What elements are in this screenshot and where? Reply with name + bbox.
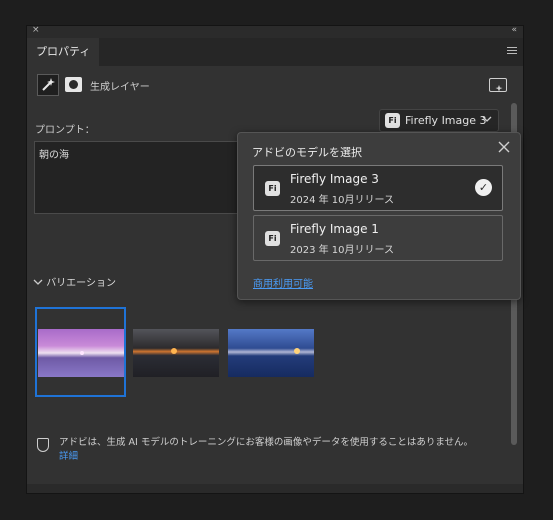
model-option-date: 2024 年 10月リリース [290,195,395,206]
hamburger-icon[interactable] [507,47,517,56]
model-option-firefly-image-3[interactable]: Fi Firefly Image 3 2024 年 10月リリース ✓ [253,165,503,211]
generate-icon[interactable] [489,78,507,92]
magic-wand-icon[interactable] [37,74,59,96]
mask-icon[interactable] [65,77,82,92]
collapse-icon[interactable]: « [511,25,517,35]
layer-row: 生成レイヤー [37,74,515,98]
layer-type-label: 生成レイヤー [90,82,150,93]
prompt-label: プロンプト： [35,125,95,136]
prompt-input[interactable]: 朝の海 [34,141,256,214]
resize-grip[interactable] [27,484,523,493]
model-option-name: Firefly Image 1 [290,222,379,236]
tab-bar: プロパティ [27,38,523,66]
prompt-text: 朝の海 [39,150,69,161]
panel-top-strip: × « [27,25,523,38]
privacy-notice-text: アドビは、生成 AI モデルのトレーニングにお客様の画像やデータを使用することは… [59,437,474,448]
variations-header[interactable]: バリエーション [33,274,116,289]
variations-label: バリエーション [46,278,116,289]
privacy-notice: アドビは、生成 AI モデルのトレーニングにお客様の画像やデータを使用することは… [35,434,513,464]
popover-title: アドビのモデルを選択 [252,146,362,159]
close-panel-icon[interactable]: × [32,25,40,35]
model-option-name: Firefly Image 3 [290,172,379,186]
close-icon[interactable] [497,139,511,158]
details-link[interactable]: 詳細 [59,448,78,462]
model-option-date: 2023 年 10月リリース [290,245,395,256]
check-icon: ✓ [475,179,492,196]
variation-thumbnail-2[interactable] [133,329,219,377]
variation-thumbnail-3[interactable] [228,329,314,377]
firefly-badge-icon: Fi [265,231,280,246]
model-dropdown[interactable]: Fi Firefly Image 3 [379,109,499,132]
commercial-use-link[interactable]: 商用利用可能 [253,275,313,290]
shield-icon [37,438,49,452]
tab-properties[interactable]: プロパティ [27,38,99,66]
firefly-badge-icon: Fi [265,181,280,196]
model-select-popover: アドビのモデルを選択 Fi Firefly Image 3 2024 年 10月… [237,132,521,300]
model-option-firefly-image-1[interactable]: Fi Firefly Image 1 2023 年 10月リリース [253,215,503,261]
chevron-down-icon [33,279,43,285]
variation-thumbnail-1[interactable] [38,329,124,377]
chevron-down-icon [482,112,492,129]
firefly-badge-icon: Fi [385,113,400,128]
model-dropdown-value: Firefly Image 3 [405,114,487,127]
